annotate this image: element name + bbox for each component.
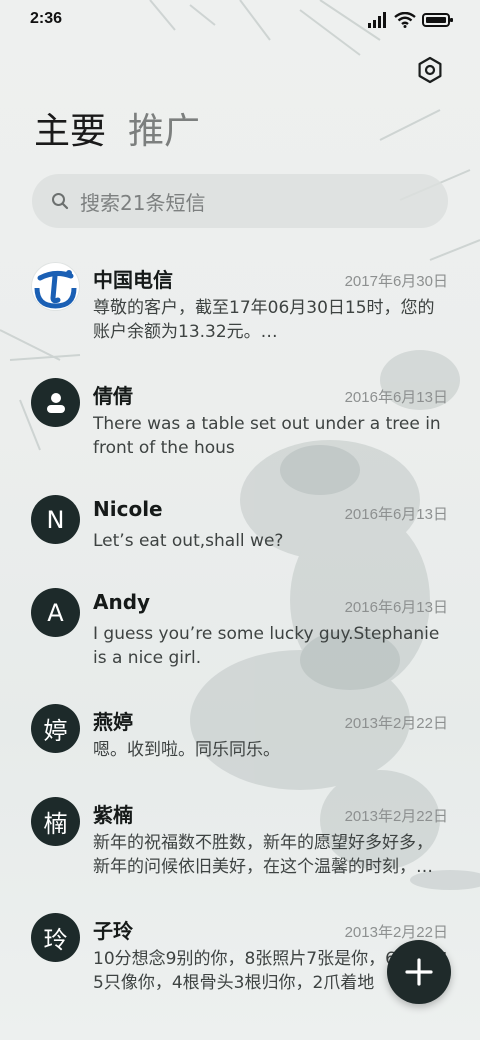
message-date: 2017年6月30日 [344,273,448,290]
contact-name: 子玲 [93,919,133,943]
message-date: 2013年2月22日 [344,924,448,941]
message-date: 2016年6月13日 [344,599,448,616]
battery-icon [422,13,453,27]
search-input[interactable]: 搜索21条短信 [32,174,448,228]
person-icon [46,392,65,413]
conversation-item[interactable]: A Andy 2016年6月13日 I guess you’re some lu… [0,588,480,684]
conversation-item[interactable]: 中国电信 2017年6月30日 尊敬的客户，截至17年06月30日15时，您的账… [0,262,480,358]
message-preview: Let’s eat out,shall we? [93,531,284,551]
contact-name: Nicole [93,497,163,521]
message-preview: I guess you’re some lucky guy.Stephanie … [93,624,440,668]
status-bar: 2:36 [0,0,480,42]
conversation-item[interactable]: 倩倩 2016年6月13日 There was a table set out … [0,378,480,474]
settings-hexagon-icon [418,56,442,84]
new-message-button[interactable] [387,940,451,1004]
conversation-item[interactable]: N Nicole 2016年6月13日 Let’s eat out,shall … [0,495,480,567]
china-telecom-logo-icon [31,262,80,311]
avatar [31,262,80,311]
message-date: 2016年6月13日 [344,506,448,523]
status-icons [368,12,454,28]
avatar-letter: A [47,598,64,627]
message-preview: There was a table set out under a tree i… [93,414,441,458]
status-time: 2:36 [30,10,63,27]
contact-name: 中国电信 [93,268,173,292]
message-date: 2013年2月22日 [344,808,448,825]
search-placeholder: 搜索21条短信 [80,190,206,215]
tab-bar: 主要 推广 [34,108,200,156]
message-preview: 尊敬的客户，截至17年06月30日15时，您的账户余额为13.32元。… [93,298,435,342]
conversation-item[interactable]: 婷 燕婷 2013年2月22日 嗯。收到啦。同乐同乐。 [0,704,480,776]
avatar: 楠 [31,797,80,846]
contact-name: 燕婷 [93,710,133,734]
message-date: 2013年2月22日 [344,715,448,732]
settings-button[interactable] [416,56,444,84]
message-preview: 新年的祝福数不胜数，新年的愿望好多好多，新年的问候依旧美好，在这个温馨的时刻，… [93,833,433,877]
avatar-letter: 婷 [43,717,68,745]
avatar-letter: 玲 [43,926,68,954]
search-icon [52,193,69,210]
plus-icon [405,958,433,986]
avatar: 婷 [31,704,80,753]
avatar: N [31,495,80,544]
signal-icon [368,12,386,28]
conversation-item[interactable]: 楠 紫楠 2013年2月22日 新年的祝福数不胜数，新年的愿望好多好多，新年的问… [0,797,480,893]
tab-promotions[interactable]: 推广 [128,108,200,156]
avatar-letter: N [46,505,65,534]
message-preview: 嗯。收到啦。同乐同乐。 [93,740,280,760]
avatar-letter: 楠 [43,810,68,838]
tab-primary[interactable]: 主要 [34,108,106,156]
contact-name: Andy [93,590,151,614]
contact-name: 倩倩 [93,384,133,408]
message-date: 2016年6月13日 [344,389,448,406]
avatar: 玲 [31,913,80,962]
avatar: A [31,588,80,637]
contact-name: 紫楠 [93,803,133,827]
avatar [31,378,80,427]
wifi-icon [394,12,416,28]
